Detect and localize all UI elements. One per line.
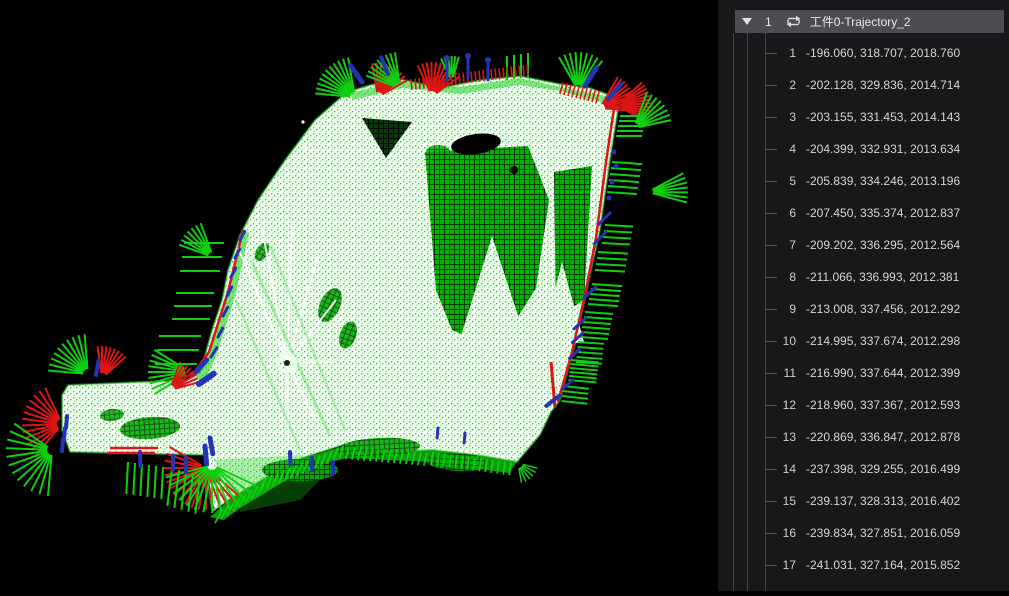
- trajectory-point-row[interactable]: 17 -241.031, 327.164, 2015.852: [718, 549, 1009, 581]
- trajectory-point-row[interactable]: 15 -239.137, 328.313, 2016.402: [718, 485, 1009, 517]
- point-index: 14: [772, 462, 796, 476]
- point-coordinates: -203.155, 331.453, 2014.143: [806, 110, 960, 124]
- point-coordinates: -241.031, 327.164, 2015.852: [806, 558, 960, 572]
- trajectory-loop-icon: [785, 14, 802, 29]
- point-index: 6: [772, 206, 796, 220]
- point-coordinates: -207.450, 335.374, 2012.837: [806, 206, 960, 220]
- point-coordinates: -237.398, 329.255, 2016.499: [806, 462, 960, 476]
- trajectory-point-row[interactable]: 10 -214.995, 337.674, 2012.298: [718, 325, 1009, 357]
- point-coordinates: -214.995, 337.674, 2012.298: [806, 334, 960, 348]
- trajectory-point-row[interactable]: 13 -220.869, 336.847, 2012.878: [718, 421, 1009, 453]
- group-index: 1: [765, 15, 772, 29]
- trajectory-point-row[interactable]: 11 -216.990, 337.644, 2012.399: [718, 357, 1009, 389]
- point-index: 12: [772, 398, 796, 412]
- trajectory-point-row[interactable]: 6 -207.450, 335.374, 2012.837: [718, 197, 1009, 229]
- point-index: 5: [772, 174, 796, 188]
- trajectory-point-row[interactable]: 7 -209.202, 336.295, 2012.564: [718, 229, 1009, 261]
- point-coordinates: -202.128, 329.836, 2014.714: [806, 78, 960, 92]
- trajectory-point-row[interactable]: 1 -196.060, 318.707, 2018.760: [718, 37, 1009, 69]
- trajectory-point-row[interactable]: 4 -204.399, 332.931, 2013.634: [718, 133, 1009, 165]
- trajectory-point-list: 1 -196.060, 318.707, 2018.760 2 -202.128, 3…: [718, 37, 1009, 581]
- point-index: 8: [772, 270, 796, 284]
- point-index: 2: [772, 78, 796, 92]
- point-coordinates: -205.839, 334.246, 2013.196: [806, 174, 960, 188]
- point-index: 9: [772, 302, 796, 316]
- point-index: 15: [772, 494, 796, 508]
- point-index: 13: [772, 430, 796, 444]
- point-coordinates: -220.869, 336.847, 2012.878: [806, 430, 960, 444]
- point-coordinates: -213.008, 337.456, 2012.292: [806, 302, 960, 316]
- point-index: 4: [772, 142, 796, 156]
- point-index: 10: [772, 334, 796, 348]
- point-index: 7: [772, 238, 796, 252]
- collapse-expander-icon[interactable]: [742, 18, 752, 25]
- point-coordinates: -196.060, 318.707, 2018.760: [806, 46, 960, 60]
- trajectory-point-row[interactable]: 9 -213.008, 337.456, 2012.292: [718, 293, 1009, 325]
- point-coordinates: -239.137, 328.313, 2016.402: [806, 494, 960, 508]
- point-coordinates: -204.399, 332.931, 2013.634: [806, 142, 960, 156]
- point-index: 11: [772, 366, 796, 380]
- point-coordinates: -239.834, 327.851, 2016.059: [806, 526, 960, 540]
- trajectory-point-row[interactable]: 2 -202.128, 329.836, 2014.714: [718, 69, 1009, 101]
- viewport-svg: [0, 0, 718, 591]
- trajectory-point-row[interactable]: 16 -239.834, 327.851, 2016.059: [718, 517, 1009, 549]
- point-coordinates: -216.990, 337.644, 2012.399: [806, 366, 960, 380]
- point-index: 1: [772, 46, 796, 60]
- trajectory-point-row[interactable]: 8 -211.066, 336.993, 2012.381: [718, 261, 1009, 293]
- trajectory-point-row[interactable]: 3 -203.155, 331.453, 2014.143: [718, 101, 1009, 133]
- trajectory-name: 工件0-Trajectory_2: [810, 13, 911, 30]
- point-coordinates: -209.202, 336.295, 2012.564: [806, 238, 960, 252]
- point-index: 3: [772, 110, 796, 124]
- trajectory-panel: 1 工件0-Trajectory_2 1 -196.060, 318.707, 2…: [718, 0, 1009, 591]
- pointcloud-render: [6, 52, 688, 523]
- point-coordinates: -211.066, 336.993, 2012.381: [806, 270, 959, 284]
- trajectory-group-header[interactable]: 1 工件0-Trajectory_2: [735, 10, 1004, 33]
- point-index: 16: [772, 526, 796, 540]
- point-index: 17: [772, 558, 796, 572]
- trajectory-point-row[interactable]: 5 -205.839, 334.246, 2013.196: [718, 165, 1009, 197]
- trajectory-point-row[interactable]: 12 -218.960, 337.367, 2012.593: [718, 389, 1009, 421]
- point-coordinates: -218.960, 337.367, 2012.593: [806, 398, 960, 412]
- trajectory-point-row[interactable]: 14 -237.398, 329.255, 2016.499: [718, 453, 1009, 485]
- 3d-viewport[interactable]: [0, 0, 718, 591]
